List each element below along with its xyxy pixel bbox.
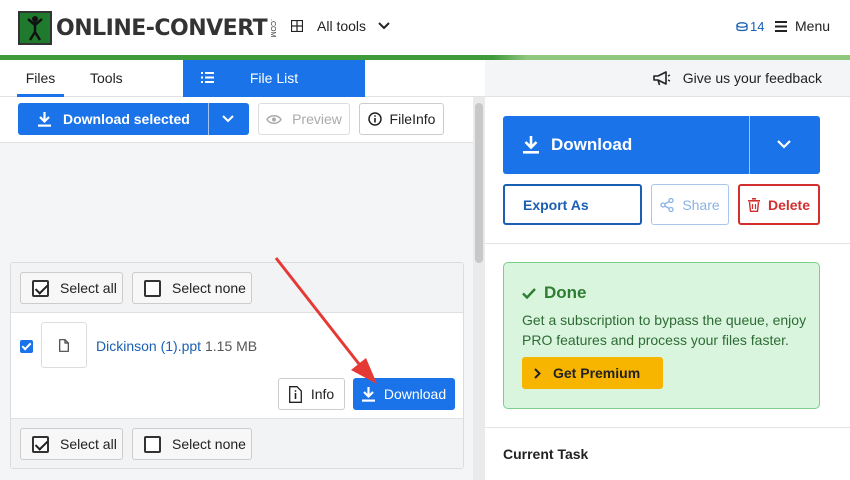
feedback-bar: Give us your feedback xyxy=(485,60,850,97)
select-row-bottom: Select all Select none xyxy=(11,418,463,468)
file-download-button[interactable]: Download xyxy=(353,378,455,410)
eye-icon xyxy=(266,114,282,124)
download-icon xyxy=(361,386,375,402)
tab-bar: Files Tools File List xyxy=(0,60,485,97)
credits-count: 14 xyxy=(750,19,765,34)
main-download-button[interactable]: Download xyxy=(503,116,820,174)
right-panel: Give us your feedback Download Export As… xyxy=(485,60,850,480)
download-selected-button[interactable]: Download selected xyxy=(18,103,249,135)
file-info-label: Info xyxy=(310,386,335,402)
preview-label: Preview xyxy=(292,111,342,127)
fileinfo-label: FileInfo xyxy=(389,111,436,127)
feedback-label: Give us your feedback xyxy=(682,70,822,86)
select-all-label: Select all xyxy=(60,280,117,296)
delete-button[interactable]: Delete xyxy=(738,184,820,225)
chevron-right-icon xyxy=(534,367,541,379)
done-message: Get a subscription to bypass the queue, … xyxy=(522,312,807,348)
checkbox-empty-icon xyxy=(144,435,161,453)
select-none-label: Select none xyxy=(172,436,246,452)
chevron-down-icon[interactable] xyxy=(776,136,792,152)
select-all-label: Select all xyxy=(60,436,117,452)
fileinfo-button[interactable]: FileInfo xyxy=(359,103,444,135)
logo-figure-icon xyxy=(18,11,52,45)
trash-icon xyxy=(747,197,760,212)
delete-label: Delete xyxy=(767,196,811,213)
chevron-down-icon xyxy=(378,22,390,30)
split-divider xyxy=(749,116,750,174)
scrollbar[interactable] xyxy=(473,97,485,480)
select-row-top: Select all Select none xyxy=(11,263,463,313)
file-info-icon xyxy=(288,385,302,403)
share-button[interactable]: Share xyxy=(651,184,729,225)
logo-text: ONLINE-CONVERT xyxy=(56,15,268,41)
tab-file-list[interactable]: File List xyxy=(183,60,365,97)
tab-tools[interactable]: Tools xyxy=(90,60,123,97)
check-icon xyxy=(522,287,536,299)
select-none-button[interactable]: Select none xyxy=(132,428,252,460)
divider xyxy=(485,427,850,428)
checkbox-checked-icon xyxy=(32,435,49,453)
file-row: Dickinson (1).ppt 1.15 MB Info Download xyxy=(11,313,463,418)
site-logo[interactable]: ONLINE-CONVERT .COM xyxy=(18,11,276,45)
export-as-button[interactable]: Export As xyxy=(503,184,642,225)
info-circle-icon xyxy=(367,112,382,126)
file-size: 1.15 MB xyxy=(205,338,258,354)
all-tools-menu[interactable]: All tools xyxy=(291,18,390,34)
checkbox-checked-icon xyxy=(32,279,49,297)
preview-button[interactable]: Preview xyxy=(258,103,350,135)
checkbox-empty-icon xyxy=(144,279,161,297)
current-task-heading: Current Task xyxy=(503,446,589,462)
split-divider xyxy=(208,103,209,135)
scrollbar-thumb[interactable] xyxy=(475,103,483,263)
all-tools-label: All tools xyxy=(317,18,367,34)
share-icon xyxy=(660,197,674,212)
file-name-link[interactable]: Dickinson (1).ppt xyxy=(96,338,201,354)
hamburger-icon xyxy=(775,20,787,32)
feedback-link[interactable]: Give us your feedback xyxy=(652,70,822,86)
file-icon xyxy=(59,338,69,352)
file-list-box: Select all Select none Dickinson (1).ppt… xyxy=(10,262,464,469)
menu-label: Menu xyxy=(795,18,831,34)
file-toolbar: Download selected Preview FileInfo xyxy=(0,97,473,143)
megaphone-icon xyxy=(652,70,671,85)
divider xyxy=(485,243,850,244)
select-all-button[interactable]: Select all xyxy=(20,272,123,304)
file-info-button[interactable]: Info xyxy=(278,378,345,410)
share-label: Share xyxy=(682,196,720,213)
tab-files[interactable]: Files xyxy=(17,60,64,97)
grid-icon xyxy=(291,20,303,32)
done-title-label: Done xyxy=(544,283,587,302)
get-premium-label: Get Premium xyxy=(553,365,641,381)
left-panel: Files Tools File List Download selected xyxy=(0,60,485,480)
coins-icon xyxy=(736,21,748,31)
select-none-label: Select none xyxy=(172,280,246,296)
main-download-label: Download xyxy=(551,135,633,154)
done-title: Done xyxy=(522,283,587,303)
logo-suffix: .COM xyxy=(269,18,277,38)
download-icon xyxy=(38,111,51,127)
file-thumbnail[interactable] xyxy=(41,322,87,368)
tab-file-list-label: File List xyxy=(249,70,299,86)
download-selected-label: Download selected xyxy=(63,111,190,127)
file-download-label: Download xyxy=(383,386,447,402)
credits-counter[interactable]: 14 xyxy=(736,19,764,34)
file-checkbox[interactable] xyxy=(20,340,33,353)
download-icon xyxy=(523,136,539,154)
top-header: ONLINE-CONVERT .COM All tools 14 Menu xyxy=(0,0,850,55)
menu-button[interactable]: Menu xyxy=(775,18,830,34)
select-none-button[interactable]: Select none xyxy=(132,272,252,304)
done-panel: Done Get a subscription to bypass the qu… xyxy=(503,262,820,409)
list-icon xyxy=(201,72,214,83)
select-all-button[interactable]: Select all xyxy=(20,428,123,460)
get-premium-button[interactable]: Get Premium xyxy=(522,357,663,389)
chevron-down-icon[interactable] xyxy=(221,111,235,125)
